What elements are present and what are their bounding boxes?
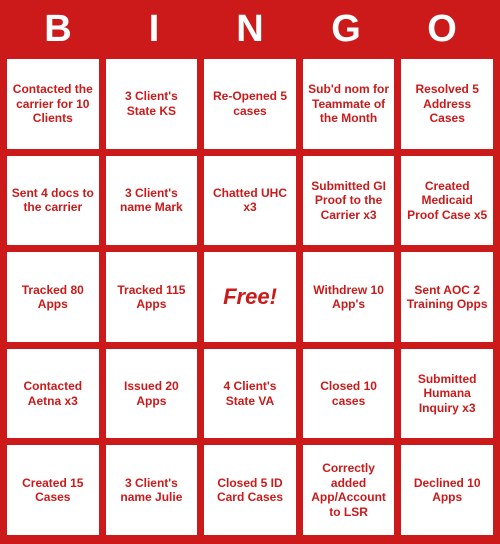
bingo-cell-6[interactable]: 3 Client's name Mark bbox=[104, 154, 200, 248]
bingo-cell-13[interactable]: Withdrew 10 App's bbox=[301, 250, 397, 344]
bingo-cell-7[interactable]: Chatted UHC x3 bbox=[202, 154, 298, 248]
bingo-cell-22[interactable]: Closed 5 ID Card Cases bbox=[202, 443, 298, 537]
bingo-cell-9[interactable]: Created Medicaid Proof Case x5 bbox=[399, 154, 495, 248]
letter-o: O bbox=[402, 8, 482, 51]
bingo-cell-10[interactable]: Tracked 80 Apps bbox=[5, 250, 101, 344]
bingo-cell-4[interactable]: Resolved 5 Address Cases bbox=[399, 57, 495, 151]
letter-i: I bbox=[114, 8, 194, 51]
bingo-cell-11[interactable]: Tracked 115 Apps bbox=[104, 250, 200, 344]
bingo-cell-19[interactable]: Submitted Humana Inquiry x3 bbox=[399, 347, 495, 441]
letter-g: G bbox=[306, 8, 386, 51]
bingo-cell-12[interactable]: Free! bbox=[202, 250, 298, 344]
bingo-cell-23[interactable]: Correctly added App/Account to LSR bbox=[301, 443, 397, 537]
bingo-cell-21[interactable]: 3 Client's name Julie bbox=[104, 443, 200, 537]
bingo-cell-5[interactable]: Sent 4 docs to the carrier bbox=[5, 154, 101, 248]
bingo-cell-8[interactable]: Submitted GI Proof to the Carrier x3 bbox=[301, 154, 397, 248]
bingo-cell-14[interactable]: Sent AOC 2 Training Opps bbox=[399, 250, 495, 344]
bingo-header: B I N G O bbox=[10, 0, 490, 57]
bingo-cell-1[interactable]: 3 Client's State KS bbox=[104, 57, 200, 151]
bingo-cell-2[interactable]: Re-Opened 5 cases bbox=[202, 57, 298, 151]
bingo-cell-20[interactable]: Created 15 Cases bbox=[5, 443, 101, 537]
bingo-cell-24[interactable]: Declined 10 Apps bbox=[399, 443, 495, 537]
letter-b: B bbox=[18, 8, 98, 51]
bingo-cell-17[interactable]: 4 Client's State VA bbox=[202, 347, 298, 441]
bingo-grid: Contacted the carrier for 10 Clients3 Cl… bbox=[5, 57, 495, 537]
bingo-cell-0[interactable]: Contacted the carrier for 10 Clients bbox=[5, 57, 101, 151]
bingo-cell-3[interactable]: Sub'd nom for Teammate of the Month bbox=[301, 57, 397, 151]
letter-n: N bbox=[210, 8, 290, 51]
bingo-cell-18[interactable]: Closed 10 cases bbox=[301, 347, 397, 441]
bingo-cell-16[interactable]: Issued 20 Apps bbox=[104, 347, 200, 441]
bingo-cell-15[interactable]: Contacted Aetna x3 bbox=[5, 347, 101, 441]
